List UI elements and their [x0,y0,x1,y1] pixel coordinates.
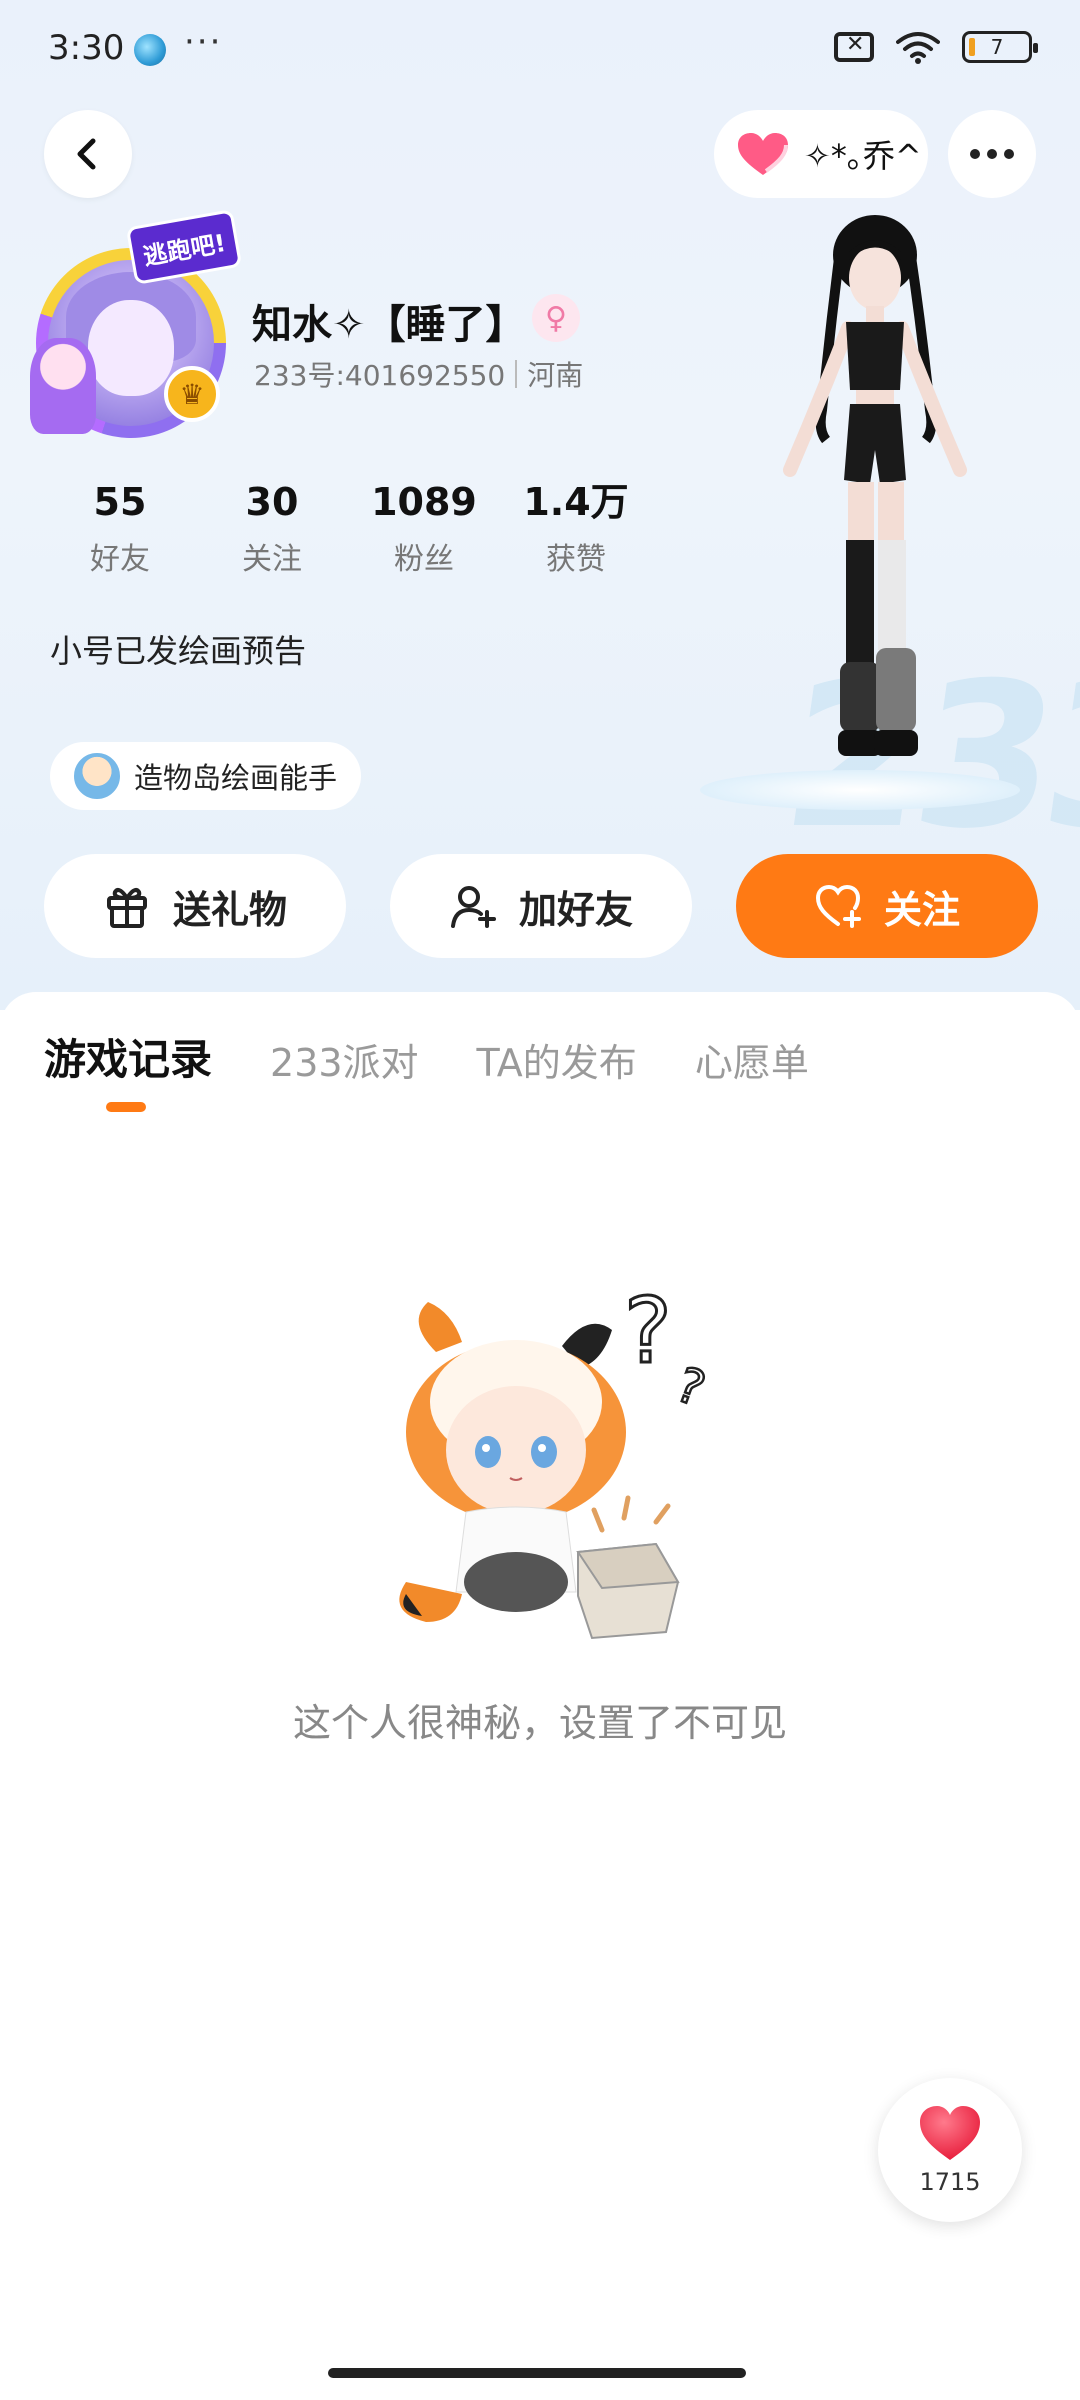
stat-label: 好友 [90,542,150,577]
heart-icon [738,133,788,175]
user-bio: 小号已发绘画预告 [50,632,307,670]
avatar[interactable]: 逃跑吧! ♛ [30,209,243,450]
active-tab-indicator [106,1102,146,1112]
achievement-tag[interactable]: 造物岛绘画能手 [50,742,362,810]
user-id-line: 233号:401692550 河南 [254,354,583,394]
stat-following[interactable]: 30 关注 [196,478,348,578]
more-icon-dot [1004,149,1014,159]
battery-icon: 7 [962,31,1038,63]
stat-value: 1.4万 [523,480,629,524]
heart-icon [920,2106,980,2160]
tab-wishlist[interactable]: 心愿单 [695,1032,809,1087]
divider [515,360,518,388]
follow-button[interactable]: 关注 [736,854,1038,958]
battery-fill [969,38,975,56]
status-bar: 3:30 ··· 7 [0,0,1080,100]
stat-fans[interactable]: 1089 粉丝 [348,478,500,578]
svg-text:?: ? [669,1357,712,1418]
achievement-label: 造物岛绘画能手 [134,761,338,795]
battery-level: 7 [990,35,1004,59]
female-icon: ♀ [532,294,580,342]
send-gift-button[interactable]: 送礼物 [44,854,346,958]
stat-friends[interactable]: 55 好友 [44,478,196,578]
tab-bar: 游戏记录 233派对 TA的发布 心愿单 [44,1026,809,1087]
user-name: 知水✧【睡了】 [252,302,526,348]
more-icon [970,149,980,159]
like-button[interactable]: 1715 [878,2078,1022,2222]
status-icons: 7 [834,30,1038,64]
avatar-frame-character [30,338,96,434]
status-time: 3:30 [48,28,125,68]
more-icon-dot [987,149,997,159]
stat-value: 30 [245,480,299,524]
avatar-face [88,300,174,396]
follow-heart-icon [815,884,861,928]
stat-label: 获赞 [546,542,606,577]
achievement-icon [72,751,122,801]
user-location: 河南 [527,359,584,392]
add-friend-icon [450,886,496,928]
tab-posts[interactable]: TA的发布 [477,1032,637,1087]
svg-text:?: ? [624,1282,672,1384]
wifi-icon [896,32,940,64]
avatar-frame-badge: 逃跑吧! [125,209,243,285]
app-notification-icon [134,34,166,66]
stat-value: 1089 [371,480,477,524]
gift-icon [106,888,147,928]
more-notifications-icon: ··· [184,22,223,62]
add-friend-button[interactable]: 加好友 [390,854,692,958]
stat-label: 粉丝 [394,542,454,577]
follow-label: 关注 [883,887,960,932]
crown-icon: ♛ [164,366,220,422]
user-id: 233号:401692550 [254,359,506,392]
like-count: 1715 [919,2168,981,2196]
back-button[interactable] [44,110,132,198]
add-friend-label: 加好友 [518,887,633,932]
tab-game-records[interactable]: 游戏记录 [44,1026,212,1087]
empty-state-message: 这个人很神秘，设置了不可见 [292,1701,787,1745]
tab-233-party[interactable]: 233派对 [270,1032,419,1087]
stat-label: 关注 [242,542,302,577]
empty-state-illustration: ? ? [399,1282,713,1640]
visitor-name: ✧*｡乔^ [804,137,922,175]
stat-likes[interactable]: 1.4万 获赞 [500,478,652,578]
send-gift-label: 送礼物 [172,887,287,932]
character-3d-model[interactable] [760,210,990,780]
more-button[interactable] [948,110,1036,198]
stat-value: 55 [93,480,147,524]
visitor-pill[interactable]: ✧*｡乔^ [714,110,928,198]
home-indicator[interactable] [328,2368,746,2378]
stats-row: 55 好友 30 关注 1089 粉丝 1.4万 获赞 [44,478,652,578]
back-icon [77,138,96,170]
no-sim-icon [834,32,874,62]
